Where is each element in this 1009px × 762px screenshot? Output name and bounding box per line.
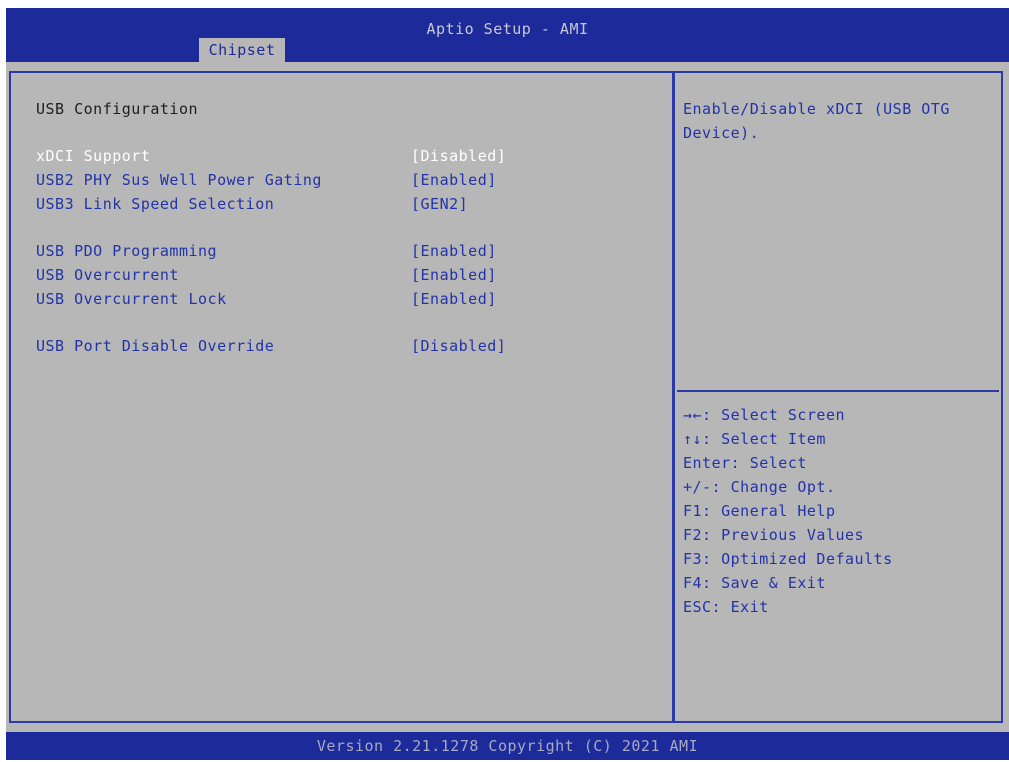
setting-label: xDCI Support [36,147,151,165]
setting-label: USB Overcurrent Lock [36,290,227,308]
app-title: Aptio Setup - AMI [426,20,589,38]
setting-value[interactable]: [Enabled] [411,169,497,191]
setting-value[interactable]: [Enabled] [411,264,497,286]
setting-value[interactable]: [Disabled] [411,335,506,357]
setting-label: USB2 PHY Sus Well Power Gating [36,171,322,189]
help-divider [677,390,999,392]
key-hint-general-help: F1: General Help [683,502,836,520]
bios-screen: Aptio Setup - AMI Chipset USB Configurat… [6,8,1009,760]
version-footer: Version 2.21.1278 Copyright (C) 2021 AMI [6,732,1009,760]
key-hint-change-opt: +/-: Change Opt. [683,478,836,496]
key-hint-select-screen: →←: Select Screen [683,406,846,424]
setting-value[interactable]: [GEN2] [411,193,468,215]
key-hint-optimized-defaults: F3: Optimized Defaults [683,550,893,568]
setting-value[interactable]: [Enabled] [411,288,497,310]
setting-usb-overcurrent[interactable]: USB Overcurrent [Enabled] [11,264,671,286]
key-hint-enter: Enter: Select [683,454,807,472]
help-text: Enable/Disable xDCI (USB OTG Device). [683,100,950,142]
settings-panel: USB Configuration xDCI Support [Disabled… [9,71,674,723]
key-hint-previous-values: F2: Previous Values [683,526,865,544]
key-hint-exit: ESC: Exit [683,598,769,616]
setting-label: USB Port Disable Override [36,337,275,355]
setup-body: USB Configuration xDCI Support [Disabled… [6,62,1009,732]
setting-usb-port-disable-override[interactable]: USB Port Disable Override [Disabled] [11,335,671,357]
setting-usb-overcurrent-lock[interactable]: USB Overcurrent Lock [Enabled] [11,288,671,310]
setting-label: USB Overcurrent [36,266,179,284]
setting-usb2-phy-power-gating[interactable]: USB2 PHY Sus Well Power Gating [Enabled] [11,169,671,191]
key-hint-select-item: ↑↓: Select Item [683,430,826,448]
setting-xdci-support[interactable]: xDCI Support [Disabled] [11,145,671,167]
setting-label: USB PDO Programming [36,242,218,260]
section-title: USB Configuration [36,100,199,118]
help-panel: Enable/Disable xDCI (USB OTG Device). →←… [673,71,1003,723]
setting-value[interactable]: [Enabled] [411,240,497,262]
setting-usb3-link-speed[interactable]: USB3 Link Speed Selection [GEN2] [11,193,671,215]
setting-usb-pdo-programming[interactable]: USB PDO Programming [Enabled] [11,240,671,262]
setting-value[interactable]: [Disabled] [411,145,506,167]
setting-label: USB3 Link Speed Selection [36,195,275,213]
tab-chipset[interactable]: Chipset [199,38,285,62]
title-bar: Aptio Setup - AMI Chipset [6,8,1009,62]
key-hint-save-exit: F4: Save & Exit [683,574,826,592]
key-legend: →←: Select Screen ↑↓: Select Item Enter:… [683,403,893,619]
